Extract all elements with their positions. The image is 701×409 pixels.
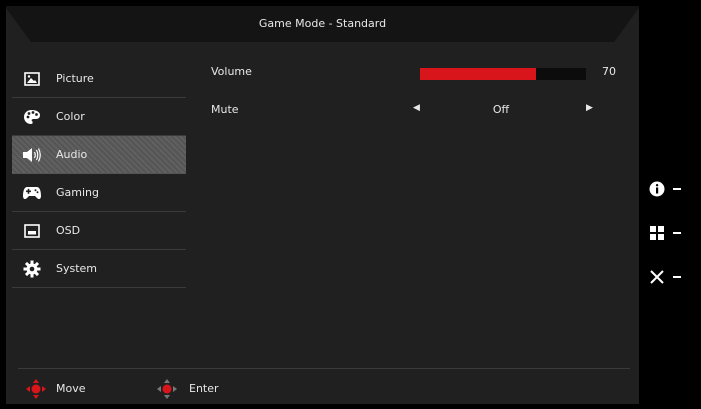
arrow-left-icon[interactable]: ◀ (413, 103, 420, 113)
menu-grid-icon (650, 226, 664, 240)
info-icon (649, 181, 665, 197)
sidebar-item-label: Gaming (56, 186, 99, 199)
sidebar-item-label: Audio (56, 148, 88, 161)
gear-icon (22, 259, 42, 279)
sidebar-item-label: Picture (56, 72, 94, 85)
sidebar-item-osd[interactable]: OSD (12, 212, 186, 250)
volume-slider[interactable] (420, 68, 586, 80)
footer-hints: Move Enter (6, 374, 639, 404)
joystick-enter-icon (157, 379, 177, 399)
volume-value: 70 (602, 65, 616, 78)
palette-icon (22, 107, 42, 127)
osd-header: Game Mode - Standard (6, 6, 639, 42)
close-icon (650, 270, 664, 284)
mute-row[interactable]: Mute ◀ Off ▶ (211, 100, 631, 120)
mute-label: Mute (211, 103, 239, 116)
dash-marker (673, 188, 681, 190)
info-key[interactable] (649, 180, 695, 198)
sidebar-item-color[interactable]: Color (12, 98, 186, 136)
sidebar-item-picture[interactable]: Picture (12, 60, 186, 98)
sidebar-item-label: OSD (56, 224, 81, 237)
osd-window-icon (22, 221, 42, 241)
move-hint-label: Move (56, 382, 86, 395)
dash-marker (673, 276, 681, 278)
volume-row[interactable]: Volume 70 (211, 62, 631, 82)
sidebar-item-system[interactable]: System (12, 250, 186, 288)
joystick-move-icon (26, 379, 46, 399)
picture-icon (22, 69, 42, 89)
speaker-icon (22, 145, 42, 165)
volume-label: Volume (211, 65, 252, 78)
sidebar-item-audio[interactable]: Audio (12, 136, 186, 174)
close-key[interactable] (649, 268, 695, 286)
enter-hint-label: Enter (189, 382, 219, 395)
gamepad-icon (22, 183, 42, 203)
osd-panel: Game Mode - Standard Picture Color Audio… (6, 6, 639, 404)
volume-slider-fill (420, 68, 537, 80)
page-title: Game Mode - Standard (258, 17, 387, 30)
sidebar-item-label: Color (56, 110, 85, 123)
sidebar-item-label: System (56, 262, 98, 275)
hotkey-panel (639, 0, 701, 409)
sidebar-item-gaming[interactable]: Gaming (12, 174, 186, 212)
mute-value: Off (492, 103, 510, 116)
menu-key[interactable] (649, 224, 695, 242)
dash-marker (673, 232, 681, 234)
footer-divider (18, 368, 630, 369)
sidebar-menu: Picture Color Audio Gaming OSD System (12, 60, 186, 288)
arrow-right-icon[interactable]: ▶ (586, 103, 593, 113)
